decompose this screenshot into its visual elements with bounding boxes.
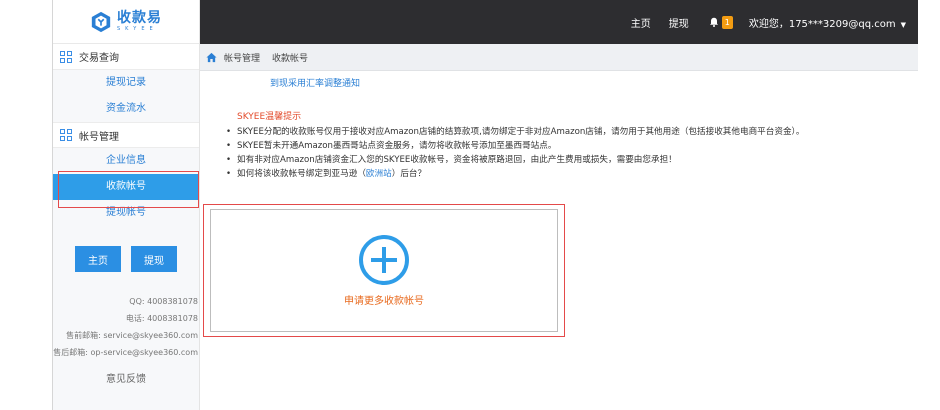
sidebar-section-label: 交易查询 [79, 53, 119, 64]
user-menu[interactable]: 欢迎您，175***3209@qq.com ▼ [749, 15, 906, 30]
notifications[interactable]: 1 [709, 15, 733, 29]
skyee-logo-icon [91, 11, 111, 32]
main-content: 到现采用汇率调整通知 SKYEE温馨提示 SKYEE分配的收款账号仅用于接收对应… [200, 72, 918, 410]
caret-down-icon: ▼ [900, 20, 906, 29]
sidebar-quick-actions: 主页 提现 [53, 246, 199, 272]
brand-name: 收款易 [117, 10, 162, 26]
highlight-box-add-account: 申请更多收款帐号 [203, 204, 565, 337]
tips-list: SKYEE分配的收款账号仅用于接收对应Amazon店铺的结算款项,请勿绑定于非对… [226, 125, 916, 181]
notification-badge: 1 [721, 15, 733, 29]
contact-presale-email: 售前邮箱: service@skyee360.com [66, 331, 198, 340]
sidebar-item-company-info[interactable]: 企业信息 [53, 148, 199, 174]
home-icon[interactable] [206, 52, 217, 63]
sidebar-section-label: 帐号管理 [79, 131, 119, 143]
sidebar-item-receiving-accounts[interactable]: 收款帐号 [53, 174, 199, 200]
add-account-card[interactable]: 申请更多收款帐号 [210, 209, 558, 332]
breadcrumb: 帐号管理 收款帐号 [200, 44, 918, 71]
tip-text: ）后台？ [391, 169, 427, 179]
tip-item: 如何将该收款帐号绑定到亚马逊（欧洲站）后台？ [226, 167, 916, 181]
rate-notice-link[interactable]: 到现采用汇率调整通知 [270, 76, 360, 89]
grid-icon [60, 129, 72, 141]
contact-phone: 电话: 4008381078 [125, 314, 198, 323]
tips-title: SKYEE温馨提示 [237, 112, 302, 122]
welcome-text: 欢迎您，175***3209@qq.com [748, 18, 896, 30]
plus-circle-icon [359, 235, 409, 285]
sidebar-item-withdraw-records[interactable]: 提现记录 [53, 70, 199, 96]
breadcrumb-current: 收款帐号 [272, 53, 309, 64]
sidebar-home-button[interactable]: 主页 [75, 246, 121, 272]
right-gutter [918, 0, 940, 410]
sidebar-item-fund-flow[interactable]: 资金流水 [53, 96, 199, 122]
tip-item: SKYEE暂未开通Amazon墨西哥站点资金服务，请勿将收款帐号添加至墨西哥站点… [226, 139, 916, 153]
contact-info: QQ: 4008381078 电话: 4008381078 售前邮箱: serv… [0, 293, 198, 361]
tip-item: SKYEE分配的收款账号仅用于接收对应Amazon店铺的结算款项,请勿绑定于非对… [226, 125, 916, 139]
tip-item: 如有非对应Amazon店铺资金汇入您的SKYEE收款帐号，资金将被原路退回，由此… [226, 153, 916, 167]
sidebar-section-transactions[interactable]: 交易查询 [53, 44, 199, 70]
grid-icon [60, 50, 72, 63]
topbar-home-link[interactable]: 主页 [631, 15, 651, 30]
tip-text: 如何将该收款帐号绑定到亚马逊（ [237, 169, 366, 179]
topbar-withdraw-link[interactable]: 提现 [669, 15, 689, 30]
brand-name-en: SKYEE [117, 26, 158, 32]
feedback-link[interactable]: 意见反馈 [53, 370, 199, 385]
breadcrumb-parent[interactable]: 帐号管理 [224, 51, 260, 64]
sidebar-item-withdraw-accounts[interactable]: 提现帐号 [53, 200, 199, 226]
add-account-label: 申请更多收款帐号 [344, 296, 424, 307]
contact-aftersale-email: 售后邮箱: op-service@skyee360.com [53, 348, 198, 357]
top-navigation-bar: 主页 提现 1 欢迎您，175***3209@qq.com ▼ [200, 0, 918, 44]
sidebar-section-account-management[interactable]: 帐号管理 [53, 122, 199, 148]
sidebar-withdraw-button[interactable]: 提现 [131, 246, 177, 272]
bell-icon [709, 17, 718, 27]
contact-qq: QQ: 4008381078 [129, 297, 198, 306]
brand-logo[interactable]: 收款易 SKYEE [53, 0, 199, 44]
europe-site-link[interactable]: 欧洲站 [366, 169, 392, 179]
